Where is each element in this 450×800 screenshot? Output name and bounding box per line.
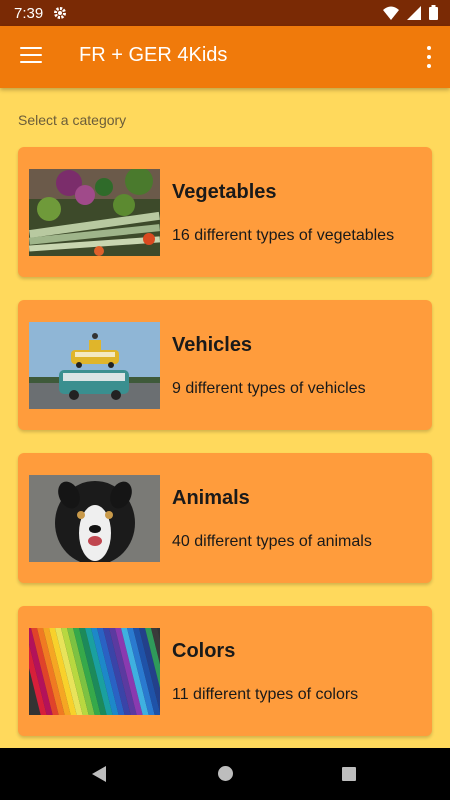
category-card-vehicles[interactable]: Vehicles 9 different types of vehicles (18, 300, 432, 430)
recents-icon[interactable] (342, 767, 356, 781)
category-description: 11 different types of colors (172, 686, 359, 703)
status-time: 7:39 (14, 4, 44, 22)
wifi-icon (383, 6, 399, 24)
app-bar: FR + GER 4Kids (0, 26, 450, 88)
category-name: Animals (172, 487, 250, 509)
category-name: Vegetables (172, 181, 277, 203)
category-description: 40 different types of animals (172, 533, 372, 550)
system-navigation-bar (0, 748, 450, 800)
hamburger-menu-icon[interactable] (20, 47, 42, 65)
gear-icon (53, 6, 67, 20)
back-icon[interactable] (92, 766, 106, 782)
category-name: Colors (172, 640, 236, 662)
dog-photo (29, 475, 160, 562)
more-vert-icon[interactable] (426, 46, 432, 68)
colored-pencils-photo (29, 628, 160, 715)
battery-icon (429, 5, 438, 24)
select-category-prompt: Select a category (18, 112, 127, 128)
app-title: FR + GER 4Kids (79, 44, 228, 66)
status-bar: 7:39 (0, 0, 450, 26)
home-icon[interactable] (218, 766, 233, 781)
category-name: Vehicles (172, 334, 253, 356)
category-card-animals[interactable]: Animals 40 different types of animals (18, 453, 432, 583)
category-card-vegetables[interactable]: Vegetables 16 different types of vegetab… (18, 147, 432, 277)
category-card-colors[interactable]: Colors 11 different types of colors (18, 606, 432, 736)
vegetables-photo (29, 169, 160, 256)
vehicles-photo (29, 322, 160, 409)
category-description: 9 different types of vehicles (172, 380, 366, 397)
category-description: 16 different types of vegetables (172, 227, 395, 244)
signal-icon (407, 5, 421, 24)
